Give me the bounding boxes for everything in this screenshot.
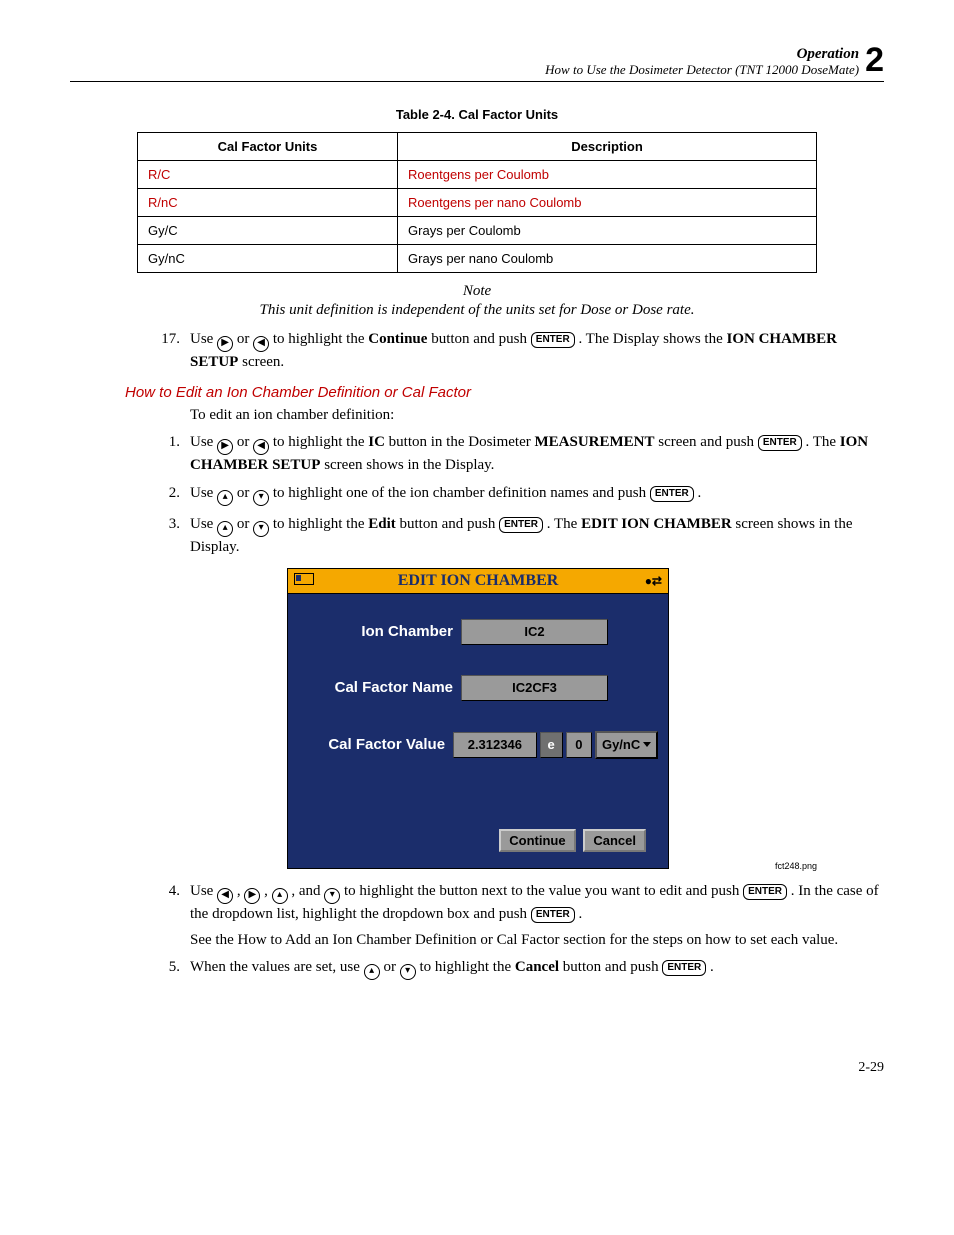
enter-key-icon: ENTER (743, 884, 787, 900)
right-arrow-icon: ▶ (217, 439, 233, 455)
edit-step-2: 2. Use ▴ or ▾ to highlight one of the io… (70, 483, 884, 506)
note-text: This unit definition is independent of t… (70, 302, 884, 319)
down-arrow-icon: ▾ (400, 964, 416, 980)
table-row: R/nC Roentgens per nano Coulomb (138, 188, 817, 216)
table-row: R/C Roentgens per Coulomb (138, 160, 817, 188)
see-text: See the How to Add an Ion Chamber Defini… (190, 932, 884, 949)
field-exponent-e[interactable]: e (540, 732, 563, 758)
table-row: Gy/nC Grays per nano Coulomb (138, 244, 817, 272)
battery-icon (294, 573, 314, 585)
enter-key-icon: ENTER (662, 960, 706, 976)
left-arrow-icon: ◀ (253, 336, 269, 352)
field-ion-chamber[interactable]: IC2 (461, 619, 608, 645)
section-heading: How to Edit an Ion Chamber Definition or… (125, 384, 884, 401)
titlebar-icons: ●⇄ (622, 574, 662, 588)
continue-button[interactable]: Continue (499, 829, 575, 852)
image-filename: fct248.png (137, 861, 817, 871)
right-arrow-icon: ▶ (217, 336, 233, 352)
left-arrow-icon: ◀ (217, 888, 233, 904)
device-screen: EDIT ION CHAMBER ●⇄ Ion Chamber IC2 Cal … (287, 568, 669, 869)
cancel-button[interactable]: Cancel (583, 829, 646, 852)
th-desc: Description (398, 132, 817, 160)
enter-key-icon: ENTER (531, 907, 575, 923)
left-arrow-icon: ◀ (253, 439, 269, 455)
down-arrow-icon: ▾ (253, 521, 269, 537)
enter-key-icon: ENTER (531, 332, 575, 348)
chapter-number: 2 (865, 40, 884, 81)
chapter-subtitle: How to Use the Dosimeter Detector (TNT 1… (545, 62, 859, 77)
screen-titlebar: EDIT ION CHAMBER ●⇄ (288, 569, 668, 594)
edit-step-4: 4. Use ◀ , ▶ , ▴ , and ▾ to highlight th… (70, 881, 884, 924)
chapter-title: Operation (797, 46, 860, 62)
down-arrow-icon: ▾ (324, 888, 340, 904)
label-cal-factor-value: Cal Factor Value (298, 736, 453, 753)
chevron-down-icon (643, 742, 651, 747)
field-cal-factor-value[interactable]: 2.312346 (453, 732, 537, 758)
up-arrow-icon: ▴ (217, 490, 233, 506)
cal-factor-table: Cal Factor Units Description R/C Roentge… (137, 132, 817, 273)
label-cal-factor-name: Cal Factor Name (298, 679, 461, 696)
screen-title: EDIT ION CHAMBER (398, 572, 559, 590)
edit-step-3: 3. Use ▴ or ▾ to highlight the Edit butt… (70, 514, 884, 557)
intro-text: To edit an ion chamber definition: (190, 407, 884, 424)
enter-key-icon: ENTER (650, 486, 694, 502)
field-cal-factor-name[interactable]: IC2CF3 (461, 675, 608, 701)
enter-key-icon: ENTER (758, 435, 802, 451)
field-exponent-val[interactable]: 0 (566, 732, 593, 758)
label-ion-chamber: Ion Chamber (298, 623, 461, 640)
dropdown-units[interactable]: Gy/nC (595, 731, 658, 759)
up-arrow-icon: ▴ (272, 888, 288, 904)
edit-step-1: 1. Use ▶ or ◀ to highlight the IC button… (70, 432, 884, 475)
right-arrow-icon: ▶ (244, 888, 260, 904)
step-17: 17. Use ▶ or ◀ to highlight the Continue… (70, 329, 884, 372)
page-header: Operation How to Use the Dosimeter Detec… (70, 40, 884, 82)
enter-key-icon: ENTER (499, 517, 543, 533)
page-number: 2-29 (70, 1060, 884, 1076)
down-arrow-icon: ▾ (253, 490, 269, 506)
note-label: Note (70, 283, 884, 300)
edit-step-5: 5. When the values are set, use ▴ or ▾ t… (70, 957, 884, 980)
up-arrow-icon: ▴ (217, 521, 233, 537)
th-units: Cal Factor Units (138, 132, 398, 160)
up-arrow-icon: ▴ (364, 964, 380, 980)
table-caption: Table 2-4. Cal Factor Units (70, 107, 884, 122)
table-row: Gy/C Grays per Coulomb (138, 216, 817, 244)
